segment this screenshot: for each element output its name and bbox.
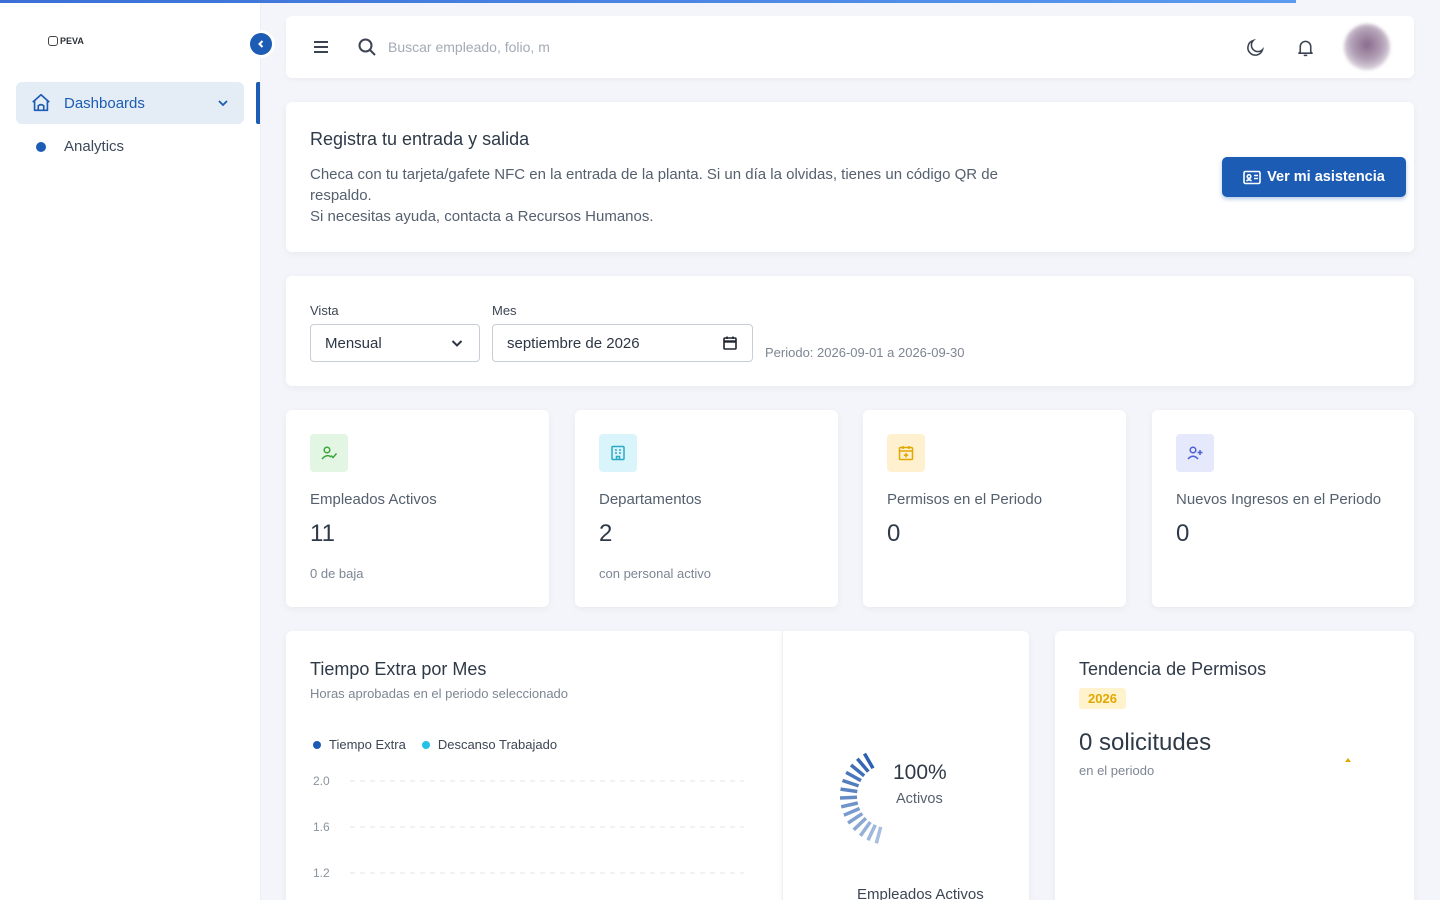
chevron-left-icon [258, 40, 264, 48]
card-subtitle: Horas aprobadas en el periodo selecciona… [310, 686, 569, 701]
legend-marker [421, 740, 430, 749]
gauge-segment [874, 826, 883, 844]
card-title: Tiempo Extra por Mes [310, 659, 487, 679]
sidebar-item-dashboards[interactable]: Dashboards [16, 82, 244, 124]
stat-subtext: con personal activo [599, 566, 712, 581]
user-plus-icon [1176, 434, 1214, 472]
legend-item-overtime[interactable]: Tiempo Extra [313, 737, 406, 752]
id-card-icon [1243, 170, 1261, 184]
gauge-footer: Empleados Activos [857, 886, 984, 900]
month-picker[interactable]: septiembre de 2026 [492, 324, 753, 362]
y-tick-label: 2.0 [313, 774, 330, 788]
active-indicator [256, 82, 260, 124]
trend-count: 0 solicitudes [1079, 729, 1212, 756]
chart-legend: Tiempo Extra Descanso Trabajado [313, 737, 557, 752]
home-icon [32, 93, 50, 112]
sidebar: PEVA Dashboards Analytics [0, 0, 260, 900]
legend-item-rest-worked[interactable]: Descanso Trabajado [421, 737, 558, 752]
legend-marker [313, 740, 321, 749]
calendar-plus-icon [887, 434, 925, 472]
moon-icon [1246, 38, 1264, 56]
gauge-percent: 100% [893, 761, 947, 784]
card-text: Checa con tu tarjeta/gafete NFC en la en… [310, 166, 998, 204]
legend-label: Descanso Trabajado [437, 737, 558, 752]
year-badge: 2026 [1079, 688, 1126, 709]
stat-subtext: 0 de baja [310, 566, 364, 581]
theme-toggle-button[interactable] [1244, 36, 1266, 58]
bell-icon [1297, 40, 1313, 56]
stat-card-permissions: Permisos en el Periodo 0 [863, 410, 1126, 607]
gauge-segment [866, 824, 877, 842]
building-icon [599, 434, 637, 472]
month-label: Mes [492, 303, 517, 318]
view-select-value: Mensual [325, 334, 382, 352]
active-employees-gauge-card: 100% Activos Empleados Activos [782, 631, 1029, 900]
search-icon [356, 36, 378, 58]
permissions-trend-card: Tendencia de Permisos 2026 0 solicitudes… [1055, 631, 1414, 900]
menu-button[interactable] [310, 36, 332, 58]
legend-label: Tiempo Extra [329, 737, 406, 752]
trend-subtext: en el periodo [1079, 763, 1155, 778]
y-tick-label: 1.2 [313, 866, 330, 880]
gauge-segment [840, 787, 858, 794]
stat-card-new-hires: Nuevos Ingresos en el Periodo 0 [1152, 410, 1414, 607]
view-label: Vista [310, 303, 339, 318]
stat-card-departments: Departamentos 2 con personal activo [575, 410, 838, 607]
sidebar-item-label: Analytics [64, 138, 125, 155]
card-title: Tendencia de Permisos [1079, 659, 1267, 679]
gauge-segment [843, 806, 861, 817]
card-help-text: Si necesitas ayuda, contacta a Recursos … [310, 208, 654, 225]
sidebar-item-label: Dashboards [64, 94, 145, 112]
card-title: Registra tu entrada y salida [310, 129, 530, 149]
logo-icon [48, 36, 58, 46]
stat-value: 0 [887, 520, 901, 547]
filters-card: Vista Mensual Mes septiembre de 2026 Per… [286, 276, 1414, 386]
user-check-icon [310, 434, 348, 472]
chevron-down-icon [218, 100, 228, 107]
view-attendance-button[interactable]: Ver mi asistencia [1222, 157, 1406, 197]
stat-title: Nuevos Ingresos en el Periodo [1176, 491, 1382, 508]
collapse-sidebar-button[interactable] [250, 33, 272, 55]
stat-card-active-employees: Empleados Activos 11 0 de baja [286, 410, 549, 607]
stat-value: 0 [1176, 520, 1190, 547]
sidebar-item-analytics[interactable]: Analytics [36, 138, 124, 155]
calendar-icon[interactable] [722, 335, 738, 351]
gauge-segment [841, 778, 860, 788]
stat-title: Permisos en el Periodo [887, 491, 1043, 508]
brand-logo[interactable]: PEVA [48, 36, 84, 46]
brand-name: PEVA [60, 36, 84, 46]
gauge-segment [840, 801, 859, 809]
trend-sparkline [1345, 758, 1351, 762]
overtime-chart: 2.0 1.6 1.2 [313, 774, 744, 880]
stat-value: 2 [599, 520, 613, 547]
y-tick-label: 1.6 [313, 820, 330, 834]
search-input[interactable] [388, 39, 570, 55]
view-select[interactable]: Mensual [310, 324, 480, 362]
gauge-segment [839, 795, 858, 800]
gauge-segment [845, 770, 862, 783]
stat-title: Departamentos [599, 491, 702, 508]
chevron-down-icon [451, 340, 463, 347]
avatar[interactable] [1344, 24, 1390, 70]
page-loading-bar [0, 0, 1296, 3]
attendance-card: Registra tu entrada y salida Checa con t… [286, 102, 1414, 252]
overtime-chart-card: Tiempo Extra por Mes Horas aprobadas en … [286, 631, 782, 900]
hamburger-icon [314, 41, 328, 53]
period-range: Periodo: 2026-09-01 a 2026-09-30 [765, 345, 965, 360]
gauge-label: Activos [896, 791, 943, 807]
stat-value: 11 [310, 520, 335, 547]
stat-title: Empleados Activos [310, 491, 437, 508]
button-label: Ver mi asistencia [1267, 169, 1385, 185]
top-navbar [286, 16, 1414, 78]
notifications-button[interactable] [1294, 36, 1316, 58]
month-picker-value: septiembre de 2026 [507, 334, 640, 352]
bullet-icon [36, 141, 46, 152]
